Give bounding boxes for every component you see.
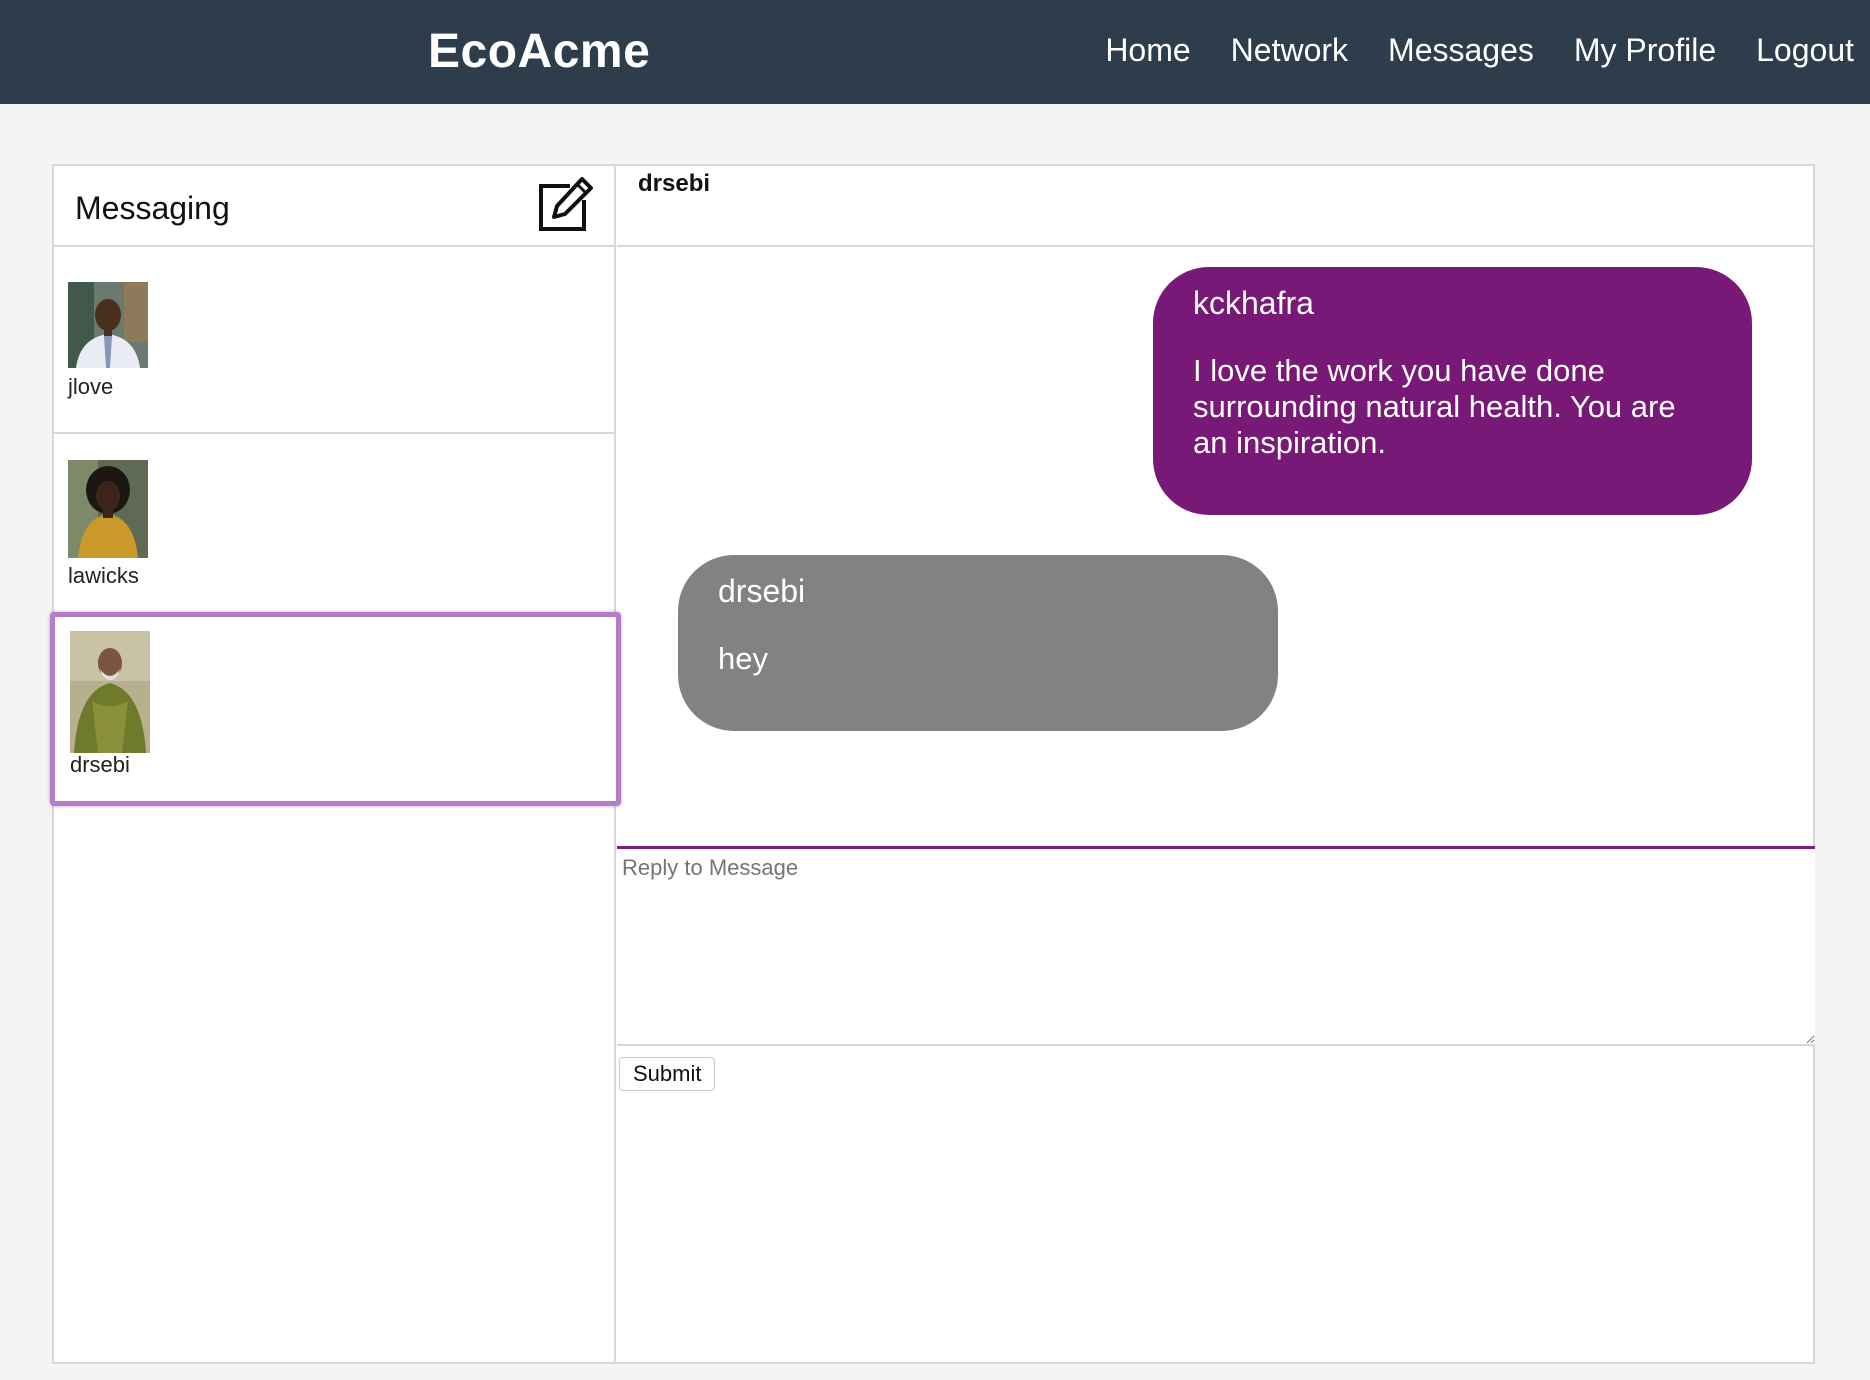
- reply-textarea[interactable]: [617, 846, 1815, 1046]
- conversation-name: jlove: [68, 374, 114, 399]
- message-text: I love the work you have done surroundin…: [1193, 353, 1676, 460]
- message-sender: kckhafra: [1193, 285, 1314, 321]
- submit-button[interactable]: Submit: [619, 1057, 716, 1091]
- sidebar-header: Messaging: [54, 166, 614, 247]
- message-bubble-sent: kckhafra I love the work you have done s…: [1153, 267, 1752, 515]
- conversation-item-lawicks[interactable]: lawicks: [54, 435, 614, 617]
- message-bubble-received: drsebi hey: [678, 555, 1278, 731]
- avatar-lawicks: [68, 460, 148, 558]
- sidebar-title: Messaging: [75, 190, 230, 226]
- nav-link-home[interactable]: Home: [1105, 32, 1190, 69]
- messaging-panel: Messaging jlove lawicks drsebi drsebi kc…: [50, 164, 1815, 1364]
- nav-link-my-profile[interactable]: My Profile: [1574, 32, 1716, 69]
- conversation-item-jlove[interactable]: jlove: [54, 248, 614, 434]
- brand-logo[interactable]: EcoAcme: [428, 24, 650, 79]
- conversation-item-drsebi[interactable]: drsebi: [50, 612, 621, 806]
- chat-pane: drsebi kckhafra I love the work you have…: [617, 166, 1815, 1362]
- conversation-name: drsebi: [70, 752, 130, 777]
- nav-link-network[interactable]: Network: [1231, 32, 1348, 69]
- avatar-jlove: [68, 282, 148, 368]
- conversation-name: lawicks: [68, 563, 139, 588]
- nav-link-messages[interactable]: Messages: [1388, 32, 1534, 69]
- nav-links: Home Network Messages My Profile Logout: [1105, 32, 1854, 69]
- chat-header: drsebi: [617, 166, 1815, 247]
- message-sender: drsebi: [718, 573, 806, 609]
- conversation-sidebar: Messaging jlove lawicks drsebi: [50, 166, 621, 1362]
- top-navbar: EcoAcme Home Network Messages My Profile…: [0, 0, 1870, 104]
- avatar-drsebi: [70, 631, 150, 753]
- nav-link-logout[interactable]: Logout: [1756, 32, 1854, 69]
- chat-title: drsebi: [638, 170, 711, 197]
- compose-edit-icon[interactable]: [536, 176, 594, 234]
- message-text: hey: [718, 641, 768, 676]
